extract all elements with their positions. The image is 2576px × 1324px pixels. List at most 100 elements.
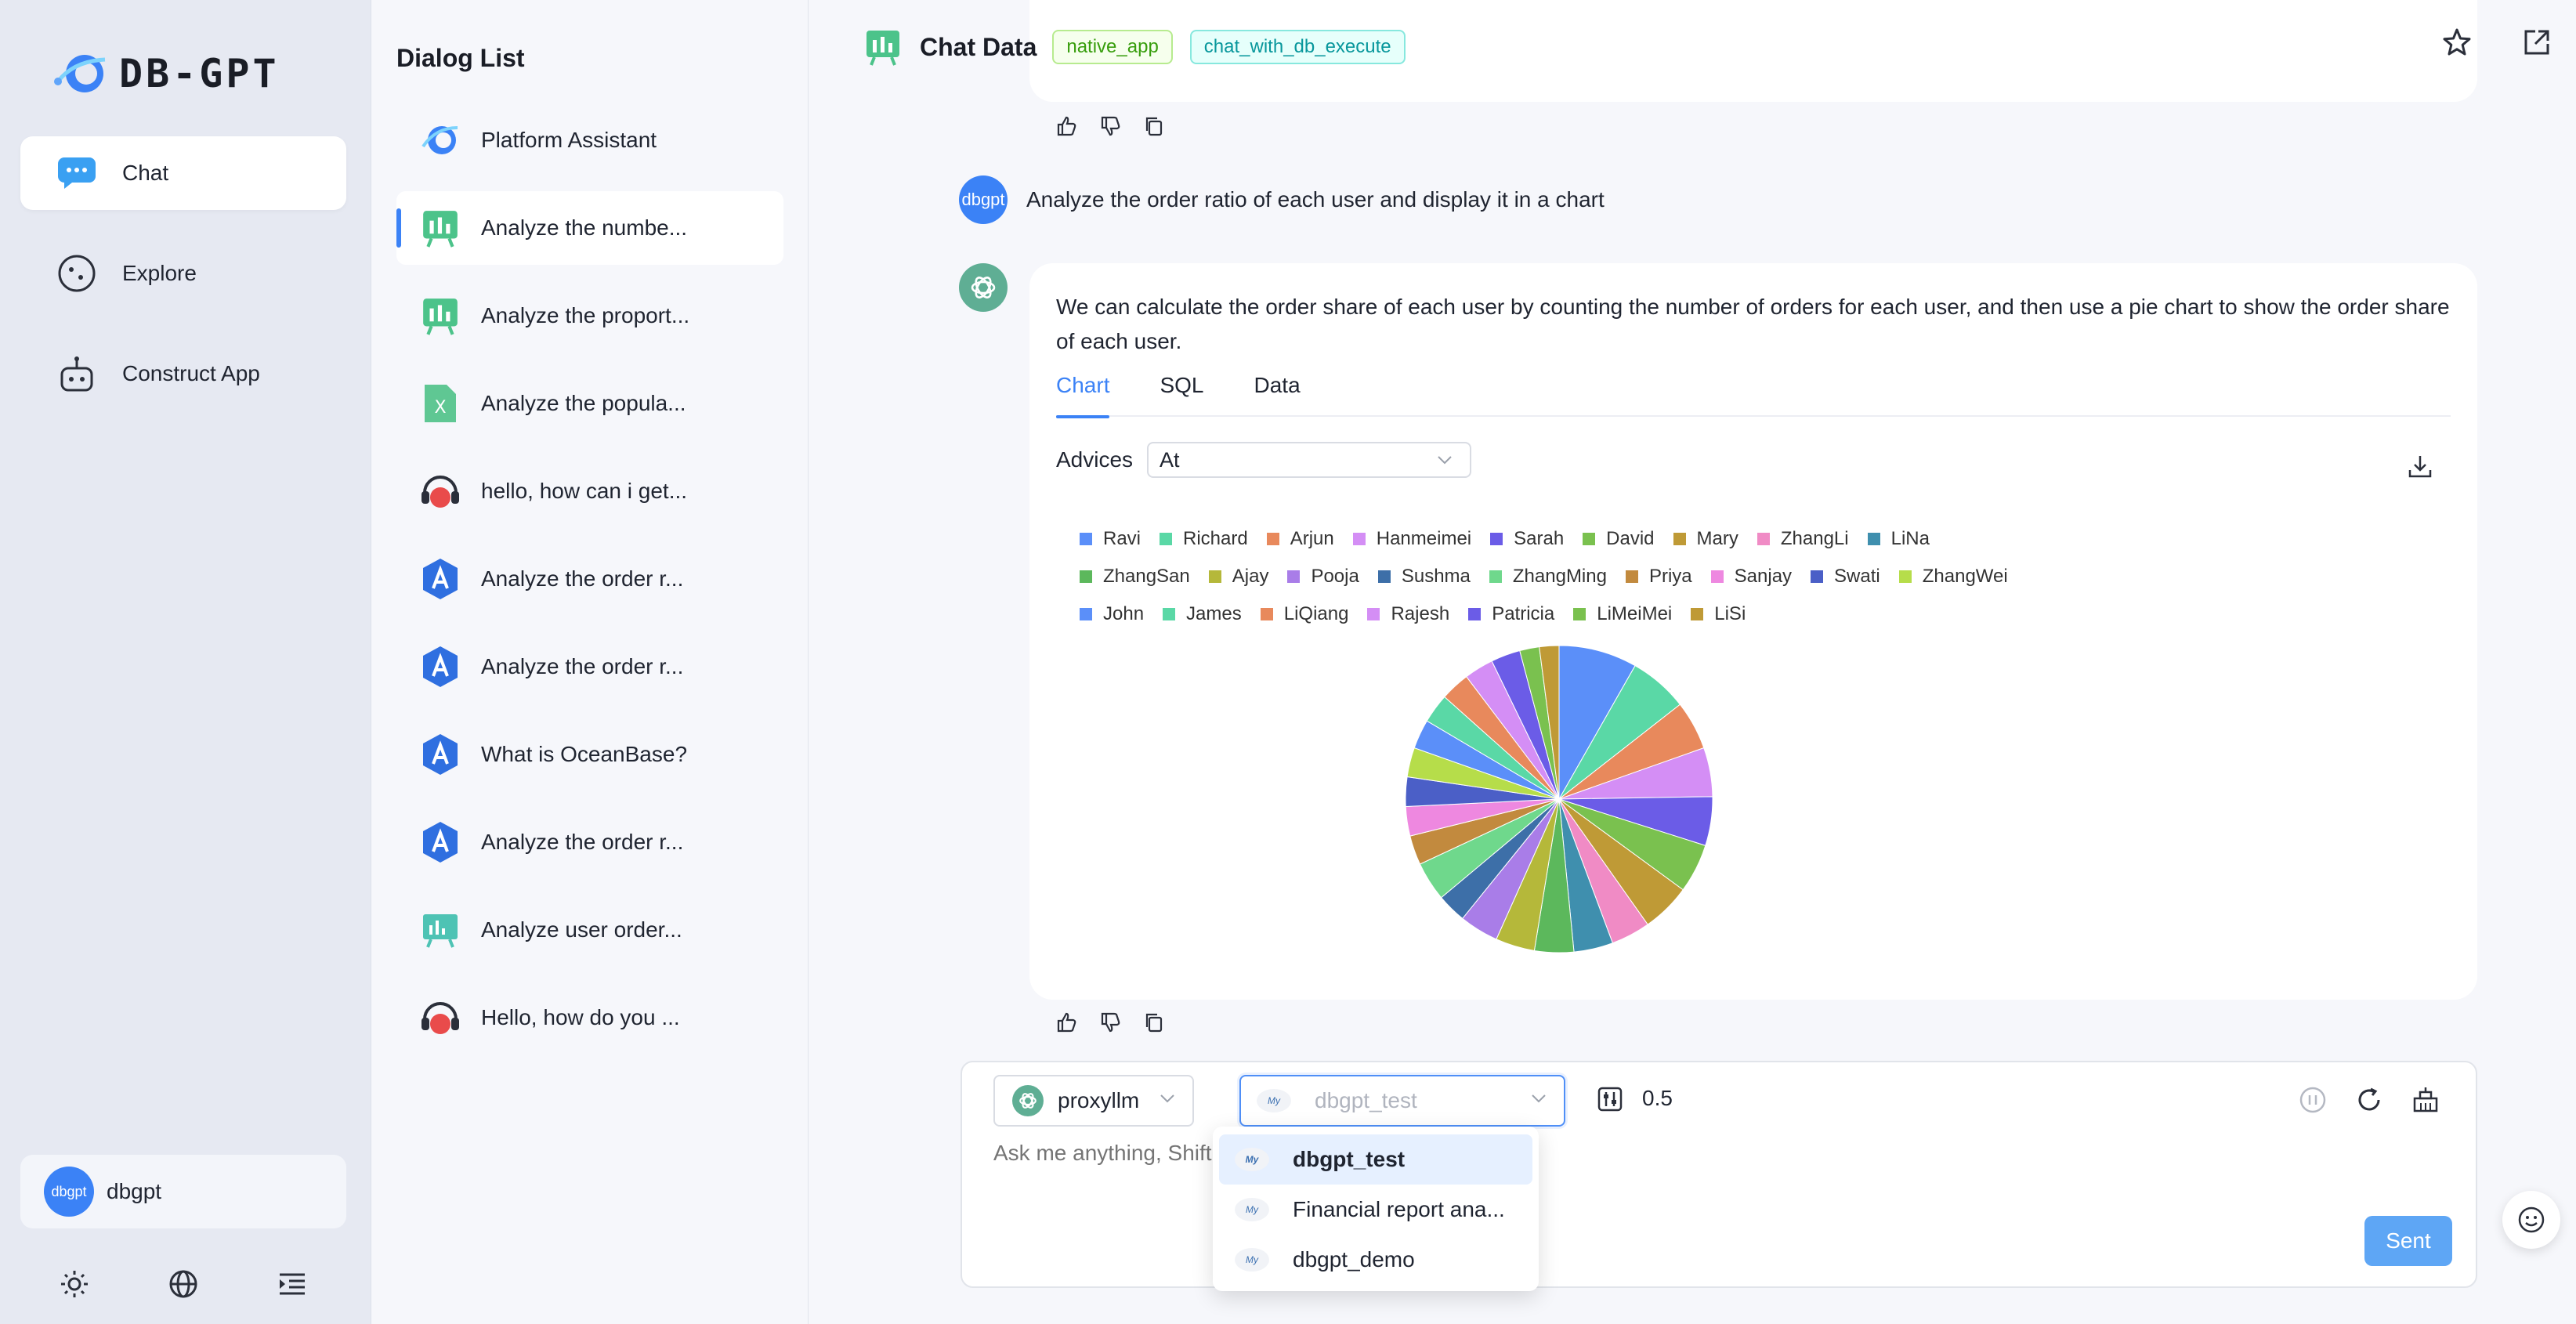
chat-main: Chat Data native_app chat_with_db_execut… [809,0,2576,1324]
download-icon[interactable] [2407,453,2433,483]
chat-bubble-icon [55,151,99,195]
headset-icon [417,994,464,1041]
legend-item[interactable]: Priya [1625,566,1692,588]
star-icon[interactable] [2441,27,2473,62]
legend-item[interactable]: Arjun [1266,528,1334,550]
legend-item[interactable]: LiMeiMei [1573,603,1672,625]
legend-label: David [1606,528,1655,549]
dialog-item[interactable]: hello, how can i get... [396,454,783,528]
legend-item[interactable]: ZhangLi [1757,528,1849,550]
legend-item[interactable]: LiNa [1867,528,1930,550]
legend-item[interactable]: ZhangSan [1080,566,1190,588]
agent-app-icon [417,819,464,866]
chat-input[interactable] [993,1141,1244,1166]
legend-label: Ravi [1103,528,1141,549]
legend-label: ZhangSan [1103,566,1190,587]
legend-item[interactable]: LiQiang [1260,603,1348,625]
tab-data[interactable]: Data [1254,373,1301,417]
legend-label: LiNa [1890,528,1930,549]
legend-item[interactable]: John [1080,603,1144,625]
dislike-icon[interactable] [1098,1011,1122,1034]
legend-item[interactable]: Sushma [1377,566,1471,588]
legend-item[interactable]: Rajesh [1367,603,1449,625]
legend-swatch [1625,570,1638,583]
user-profile[interactable]: dbgpt dbgpt [20,1155,346,1228]
legend-item[interactable]: Swati [1811,566,1880,588]
legend-swatch [1490,533,1503,545]
db-gpt-logo-icon [54,55,106,92]
dialog-item[interactable]: Analyze user order... [396,893,783,967]
dialog-list-panel: Dialog List Platform Assistant Analyze th… [371,0,1191,1324]
dialog-item[interactable]: Analyze the proport... [396,279,783,353]
dialog-item[interactable]: Analyze the order r... [396,630,783,704]
dialog-item[interactable]: Platform Assistant [396,103,783,177]
legend-swatch [1867,533,1880,545]
dialog-item-label: Platform Assistant [481,128,657,152]
openai-icon [1012,1085,1044,1116]
nav-item-chat[interactable]: Chat [20,136,346,210]
legend-item[interactable]: Richard [1160,528,1248,550]
legend-item[interactable]: Sanjay [1710,566,1792,588]
temperature-slider-icon[interactable] [1597,1086,1623,1116]
dialog-item[interactable]: Analyze the numbe... [396,191,783,265]
feedback-smile-icon[interactable] [2502,1191,2560,1249]
tab-sql[interactable]: SQL [1160,373,1203,417]
legend-item[interactable]: Ajay [1208,566,1268,588]
database-option[interactable]: My Financial report ana... [1219,1185,1532,1235]
legend-item[interactable]: ZhangMing [1489,566,1607,588]
legend-label: ZhangWei [1922,566,2008,587]
menu-fold-icon[interactable] [270,1262,314,1306]
like-icon[interactable] [1055,1011,1078,1034]
legend-item[interactable]: Mary [1673,528,1738,550]
legend-swatch [1080,608,1092,620]
legend-item[interactable]: James [1163,603,1242,625]
copy-icon[interactable] [1142,1011,1166,1034]
share-icon[interactable] [2521,27,2552,62]
copy-icon[interactable] [1142,114,1166,138]
dialog-item[interactable]: Analyze the order r... [396,542,783,616]
dialog-item[interactable]: Analyze the order r... [396,805,783,879]
legend-item[interactable]: Hanmeimei [1352,528,1471,550]
legend-swatch [1757,533,1770,545]
dialog-item-label: Analyze the order r... [481,566,684,591]
page-title: Chat Data [920,32,1037,61]
legend-swatch [1080,570,1092,583]
app-logo[interactable]: DB-GPT [50,45,280,102]
legend-item[interactable]: ZhangWei [1898,566,2008,588]
database-option[interactable]: My dbgpt_demo [1219,1235,1532,1285]
nav-item-construct-app[interactable]: Construct App [20,337,346,411]
dialog-item-label: Analyze the proport... [481,303,690,327]
dialog-item[interactable]: Hello, how do you ... [396,981,783,1054]
tab-chart[interactable]: Chart [1056,373,1110,418]
send-button[interactable]: Sent [2364,1216,2452,1266]
user-name: dbgpt [107,1179,162,1203]
clear-history-icon[interactable] [2411,1086,2440,1118]
sun-icon[interactable] [52,1262,96,1306]
nav-item-explore[interactable]: Explore [20,237,346,310]
chat-data-icon [417,292,464,339]
advices-label: Advices [1056,447,1134,472]
legend-item[interactable]: Patricia [1468,603,1554,625]
like-icon[interactable] [1055,114,1078,138]
model-select[interactable]: proxyllm [993,1075,1194,1127]
legend-swatch [1266,533,1279,545]
legend-item[interactable]: Ravi [1080,528,1141,550]
dialog-item[interactable]: What is OceanBase? [396,718,783,791]
database-dropdown: My dbgpt_test My Financial report ana... My d… [1213,1127,1539,1291]
legend-item[interactable]: Pooja [1287,566,1359,588]
chat-data-icon [417,204,464,251]
advices-select[interactable]: At [1147,442,1472,478]
database-option[interactable]: My dbgpt_test [1219,1134,1532,1185]
dialog-item[interactable]: X Analyze the popula... [396,367,783,440]
chevron-down-icon [1532,1094,1546,1103]
legend-item[interactable]: LiSi [1691,603,1746,625]
legend-item[interactable]: David [1583,528,1655,550]
legend-item[interactable]: Sarah [1490,528,1564,550]
dialog-item-label: What is OceanBase? [481,742,688,766]
pause-icon[interactable] [2299,1086,2327,1118]
globe-icon[interactable] [161,1262,205,1306]
database-select[interactable]: My dbgpt_test [1239,1075,1565,1127]
refresh-icon[interactable] [2355,1086,2383,1118]
dislike-icon[interactable] [1098,114,1122,138]
legend-label: James [1186,603,1242,624]
